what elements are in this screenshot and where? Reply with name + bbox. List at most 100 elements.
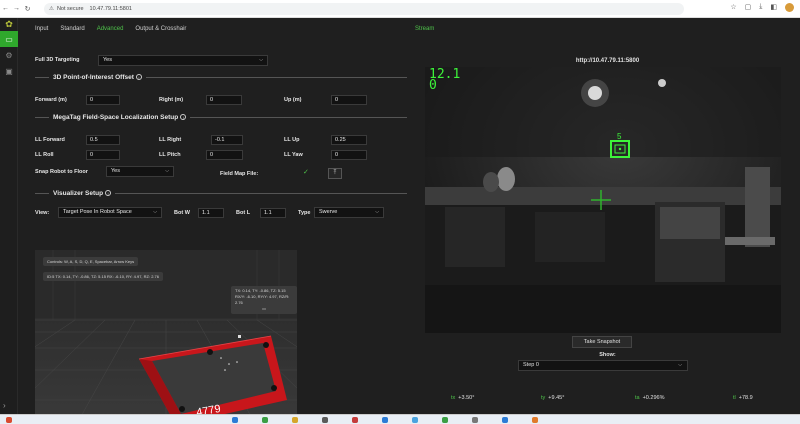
bot-w-label: Bot W xyxy=(174,210,190,216)
calibration-nav-icon[interactable]: ▣ xyxy=(0,63,18,79)
ll-yaw-input[interactable]: 0 xyxy=(331,150,367,160)
drive-type-value: Swerve xyxy=(319,209,338,215)
up-label: Up (m) xyxy=(284,97,302,103)
metric-ty-key: ty xyxy=(541,395,546,401)
ll-right-label: LL Right xyxy=(159,137,182,143)
metric-ty: ty +9.45° xyxy=(541,395,564,401)
tab-stream[interactable]: Stream xyxy=(415,18,434,40)
bookmark-star-icon[interactable]: ☆ xyxy=(730,3,736,12)
snap-floor-value: Yes xyxy=(111,168,120,174)
app-sidebar: ✿ ▭ ⚙ ▣ › xyxy=(0,18,18,414)
taskbar-app-icon[interactable] xyxy=(262,417,268,423)
upload-field-map-button[interactable]: ⤒ xyxy=(328,168,342,179)
sidepanel-icon[interactable]: ◧ xyxy=(770,3,777,12)
taskbar-app-icon[interactable] xyxy=(292,417,298,423)
info-icon[interactable]: i xyxy=(180,113,187,120)
show-label: Show: xyxy=(599,352,616,358)
camera-frame: 5 xyxy=(425,67,781,333)
settings-nav-icon[interactable]: ⚙ xyxy=(0,47,18,63)
limelight-logo-icon: ✿ xyxy=(5,19,13,29)
ll-pitch-input[interactable]: 0 xyxy=(206,150,243,160)
snap-floor-label: Snap Robot to Floor xyxy=(35,169,88,175)
start-icon[interactable] xyxy=(6,417,12,423)
metric-tl-key: tl xyxy=(733,395,736,401)
chevron-down-icon: ⌵ xyxy=(375,209,379,215)
metric-tx: tx +3.50° xyxy=(451,395,474,401)
forward-label: Forward (m) xyxy=(35,97,67,103)
forward-input[interactable]: 0 xyxy=(86,95,120,105)
taskbar-app-icon[interactable] xyxy=(442,417,448,423)
info-icon[interactable]: i xyxy=(105,189,112,196)
snap-floor-select[interactable]: Yes ⌵ xyxy=(106,166,174,177)
metric-tl-value: +78.9 xyxy=(738,395,753,401)
download-icon[interactable]: ⤓ xyxy=(759,3,762,12)
bot-l-label: Bot L xyxy=(236,210,251,216)
address-bar[interactable]: ⚠ Not secure 10.47.79.11:5801 xyxy=(44,3,684,15)
ll-pitch-label: LL Pitch xyxy=(159,152,181,158)
taskbar-app-icon[interactable] xyxy=(352,417,358,423)
upload-icon: ⤒ xyxy=(333,170,337,176)
metric-ta-value: +0.296% xyxy=(642,395,665,401)
visualizer-section-title: Visualizer Setup i xyxy=(49,189,115,197)
camera-stream[interactable]: 5 12.1 0 xyxy=(425,67,781,333)
ll-right-input[interactable]: -0.1 xyxy=(211,135,243,145)
chevron-down-icon: ⌵ xyxy=(259,57,263,63)
taskbar-app-icon[interactable] xyxy=(472,417,478,423)
extensions-icon[interactable]: ▢ xyxy=(745,3,752,12)
chevron-down-icon: ⌵ xyxy=(165,168,169,174)
avatar[interactable] xyxy=(785,3,794,12)
show-step-value: Step 0 xyxy=(523,362,539,368)
expand-sidebar-icon[interactable]: › xyxy=(3,401,6,410)
drive-type-select[interactable]: Swerve ⌵ xyxy=(314,207,384,218)
url-text[interactable]: 10.47.79.11:5801 xyxy=(90,6,132,12)
tab-input[interactable]: Input xyxy=(35,26,48,32)
visualizer-section-header: Visualizer Setup i xyxy=(35,188,407,198)
forward-icon[interactable]: → xyxy=(11,5,22,12)
right-input[interactable]: 0 xyxy=(206,95,242,105)
tooltip-tag-icon: ▭ xyxy=(262,306,266,311)
show-step-select[interactable]: Step 0 ⌵ xyxy=(518,360,688,371)
taskbar-app-icon[interactable] xyxy=(502,417,508,423)
view-select[interactable]: Target Pose In Robot Space ⌵ xyxy=(58,207,162,218)
metric-tx-value: +3.50° xyxy=(458,395,475,401)
target-tooltip: TX: 0.14, TY: -0.86, TZ: 5.15 RX/Y: -6.1… xyxy=(231,286,297,314)
taskbar-app-icon[interactable] xyxy=(232,417,238,423)
ll-up-input[interactable]: 0.25 xyxy=(331,135,367,145)
up-input[interactable]: 0 xyxy=(331,95,367,105)
full-3d-targeting-select[interactable]: Yes ⌵ xyxy=(98,55,268,66)
full-3d-targeting-value: Yes xyxy=(103,57,112,63)
back-icon[interactable]: ← xyxy=(0,5,11,12)
take-snapshot-button[interactable]: Take Snapshot xyxy=(572,336,632,348)
megatag-section-title: MegaTag Field-Space Localization Setup i xyxy=(49,113,190,121)
tab-advanced[interactable]: Advanced xyxy=(97,26,124,32)
tab-standard[interactable]: Standard xyxy=(60,26,84,32)
stream-overlay-stats: 12.1 0 xyxy=(429,68,460,92)
ll-yaw-label: LL Yaw xyxy=(284,152,303,158)
poi-section-header: 3D Point-of-Interest Offset i xyxy=(35,72,407,82)
camera-nav-icon[interactable]: ▭ xyxy=(0,31,18,47)
view-value: Target Pose In Robot Space xyxy=(63,209,132,215)
taskbar-app-icon[interactable] xyxy=(532,417,538,423)
ll-roll-label: LL Roll xyxy=(35,152,54,158)
ll-roll-input[interactable]: 0 xyxy=(86,150,120,160)
tab-output-crosshair[interactable]: Output & Crosshair xyxy=(135,26,186,32)
taskbar-app-icon[interactable] xyxy=(322,417,328,423)
3d-visualizer-canvas[interactable]: 4779 Controls: W, A, S, D, Q, E, Spaceba… xyxy=(35,250,297,424)
taskbar-app-icon[interactable] xyxy=(382,417,388,423)
bot-w-input[interactable]: 1.1 xyxy=(198,208,224,218)
field-map-label: Field Map File: xyxy=(220,171,259,177)
info-icon[interactable]: i xyxy=(135,73,142,80)
metric-ta: ta +0.296% xyxy=(635,395,664,401)
taskbar-app-icon[interactable] xyxy=(412,417,418,423)
ll-up-label: LL Up xyxy=(284,137,300,143)
ll-forward-input[interactable]: 0.5 xyxy=(86,135,120,145)
metric-ta-key: ta xyxy=(635,395,640,401)
type-label: Type xyxy=(298,210,311,216)
reload-icon[interactable]: ↻ xyxy=(22,5,33,13)
metric-tl: tl +78.9 xyxy=(733,395,753,401)
chevron-down-icon: ⌵ xyxy=(678,362,682,368)
security-label: Not secure xyxy=(56,6,84,12)
checkmark-icon: ✓ xyxy=(303,169,309,176)
tooltip-rotation: RX/Y: -6.10, RY/Y: 4.97, RZ/R: 2.76 xyxy=(235,294,290,305)
bot-l-input[interactable]: 1.1 xyxy=(260,208,286,218)
